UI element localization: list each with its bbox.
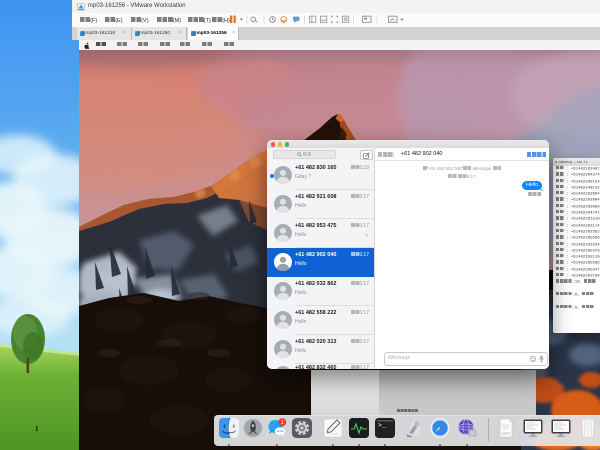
svg-text:>_: >_ <box>378 422 386 429</box>
svg-text:1: 1 <box>281 420 284 426</box>
svg-text:SCPT: SCPT <box>501 432 510 436</box>
